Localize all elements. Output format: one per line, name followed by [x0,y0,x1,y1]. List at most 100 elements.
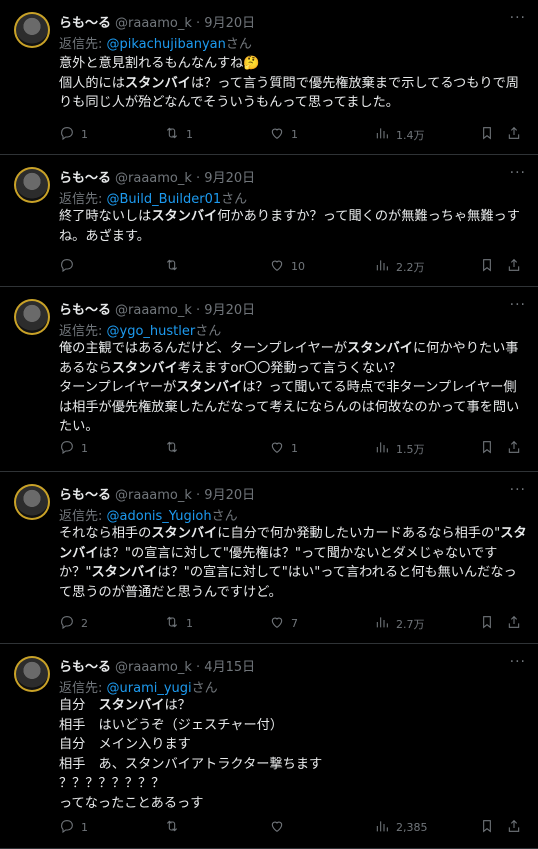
heart-icon [269,439,285,458]
views-button[interactable]: 1.5万 [374,439,425,458]
author-name[interactable]: らも〜る [59,171,111,186]
tweet[interactable]: らも〜る @raaamo_k · 9月20日 ··· 返信先: @ygo_hustle… [0,287,538,472]
avatar[interactable] [14,484,50,520]
tweet-text: 俺の主観ではあるんだけど、ターンプレイヤーがスタンバイに何かやりたい事あるならス… [59,341,520,434]
more-options-icon[interactable]: ··· [510,297,526,313]
like-button[interactable]: 10 [269,257,305,276]
bookmark-icon [479,818,495,837]
reply-count: 1 [81,442,88,455]
reply-to-line: 返信先: @adonis_Yugiohさん [59,505,238,524]
tweet-header: らも〜る @raaamo_k · 9月20日 [59,299,255,318]
highlighted-term: スタンバイ [151,209,218,224]
handle-and-time: @raaamo_k · 9月20日 [115,488,256,503]
reply-button[interactable]: 1 [59,439,88,458]
tweet-text: それなら相手のスタンバイに自分で何か発動したいカードあるなら相手の"スタンバイは… [59,526,527,600]
action-bar: 1 1 1 1.4万 [59,125,529,143]
author-name[interactable]: らも〜る [59,660,111,675]
reply-prefix: 返信先: [59,681,107,696]
heart-icon [269,125,285,144]
highlighted-term: スタンバイ [347,341,413,356]
handle-and-time: @raaamo_k · 9月20日 [115,171,256,186]
reply-to-line: 返信先: @urami_yugiさん [59,677,218,696]
highlighted-term: スタンバイ [98,698,165,713]
handle-and-time: @raaamo_k · 9月20日 [115,303,256,318]
share-icon [506,818,522,837]
bookmark-button[interactable] [479,818,495,837]
reply-to-line: 返信先: @pikachujibanyanさん [59,33,252,52]
reply-to-handle[interactable]: @ygo_hustler [107,324,196,339]
reply-suffix: さん [191,681,218,696]
author-name[interactable]: らも〜る [59,303,111,318]
tweet[interactable]: らも〜る @raaamo_k · 9月20日 ··· 返信先: @pikachujib… [0,0,538,155]
share-button[interactable] [506,818,522,837]
views-count: 1.4万 [396,128,425,142]
reply-button[interactable]: 1 [59,125,88,144]
bookmark-button[interactable] [479,439,495,458]
avatar[interactable] [14,167,50,203]
reply-prefix: 返信先: [59,509,107,524]
handle-and-time: @raaamo_k · 9月20日 [115,16,256,31]
more-options-icon[interactable]: ··· [510,654,526,670]
reply-suffix: さん [221,192,248,207]
reply-to-line: 返信先: @ygo_hustlerさん [59,320,221,339]
bookmark-button[interactable] [479,125,495,144]
avatar[interactable] [14,299,50,335]
views-button[interactable]: 2,385 [374,818,428,837]
like-button[interactable]: 7 [269,614,298,633]
like-button[interactable]: 1 [269,439,298,458]
retweet-icon [164,125,180,144]
retweet-button[interactable]: 1 [164,125,193,144]
heart-icon [269,257,285,276]
author-name[interactable]: らも〜る [59,488,111,503]
like-button[interactable]: 1 [269,125,298,144]
author-name[interactable]: らも〜る [59,16,111,31]
reply-to-handle[interactable]: @Build_Builder01 [107,192,222,207]
share-button[interactable] [506,257,522,276]
reply-count: 1 [81,821,88,834]
like-button[interactable] [269,818,291,837]
views-button[interactable]: 1.4万 [374,125,425,144]
retweet-icon [164,818,180,837]
bookmark-button[interactable] [479,614,495,633]
bookmark-icon [479,439,495,458]
views-button[interactable]: 2.2万 [374,257,425,276]
tweet-header: らも〜る @raaamo_k · 9月20日 [59,167,255,186]
tweet[interactable]: らも〜る @raaamo_k · 9月20日 ··· 返信先: @adonis_Yug… [0,472,538,644]
reply-button[interactable]: 2 [59,614,88,633]
chart-icon [374,257,390,276]
like-count: 10 [291,260,305,273]
retweet-icon [164,614,180,633]
more-options-icon[interactable]: ··· [510,10,526,26]
more-options-icon[interactable]: ··· [510,165,526,181]
reply-button[interactable] [59,257,81,276]
like-count: 7 [291,617,298,630]
reply-to-handle[interactable]: @pikachujibanyan [107,37,226,52]
more-options-icon[interactable]: ··· [510,482,526,498]
reply-to-line: 返信先: @Build_Builder01さん [59,188,247,207]
reply-to-handle[interactable]: @urami_yugi [107,681,192,696]
reply-to-handle[interactable]: @adonis_Yugioh [107,509,212,524]
chart-icon [374,614,390,633]
avatar[interactable] [14,656,50,692]
reply-button[interactable]: 1 [59,818,88,837]
views-count: 1.5万 [396,442,425,456]
share-icon [506,125,522,144]
avatar[interactable] [14,12,50,48]
share-button[interactable] [506,614,522,633]
reply-suffix: さん [211,509,238,524]
retweet-button[interactable] [164,818,186,837]
bookmark-button[interactable] [479,257,495,276]
action-bar: 1 2,385 [59,818,529,836]
share-button[interactable] [506,125,522,144]
bookmark-icon [479,125,495,144]
tweet[interactable]: らも〜る @raaamo_k · 9月20日 ··· 返信先: @Build_Buil… [0,155,538,287]
share-button[interactable] [506,439,522,458]
like-count: 1 [291,442,298,455]
retweet-button[interactable] [164,439,186,458]
handle-and-time: @raaamo_k · 4月15日 [115,660,256,675]
reply-prefix: 返信先: [59,192,107,207]
retweet-button[interactable] [164,257,186,276]
views-button[interactable]: 2.7万 [374,614,425,633]
tweet[interactable]: らも〜る @raaamo_k · 4月15日 ··· 返信先: @urami_yugi… [0,644,538,849]
retweet-button[interactable]: 1 [164,614,193,633]
